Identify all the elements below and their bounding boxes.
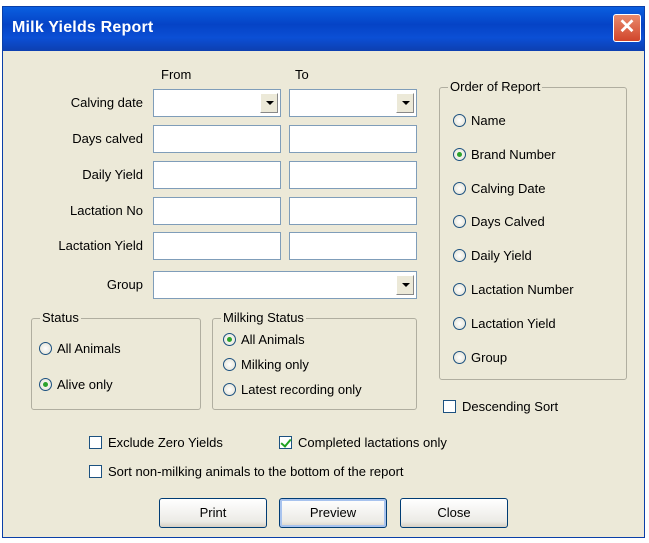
- radio-icon: [453, 215, 466, 228]
- milking-only-radio[interactable]: Milking only: [223, 357, 309, 372]
- order-calving-date-radio[interactable]: Calving Date: [453, 181, 545, 196]
- close-window-button[interactable]: ✕: [613, 14, 641, 42]
- milking-status-title: Milking Status: [221, 310, 306, 325]
- radio-label: Daily Yield: [471, 248, 532, 263]
- lactation-no-label: Lactation No: [70, 203, 143, 218]
- dialog-title: Milk Yields Report: [12, 19, 154, 36]
- radio-label: Days Calved: [471, 214, 545, 229]
- radio-icon: [223, 383, 236, 396]
- radio-label: Milking only: [241, 357, 309, 372]
- checkbox-label: Completed lactations only: [298, 435, 447, 450]
- status-title: Status: [40, 310, 81, 325]
- lactation-no-from-input[interactable]: [153, 197, 281, 225]
- radio-label: Name: [471, 113, 506, 128]
- daily-yield-from-input[interactable]: [153, 161, 281, 189]
- close-button[interactable]: Close: [400, 498, 508, 528]
- radio-icon: [453, 351, 466, 364]
- radio-label: All Animals: [57, 341, 121, 356]
- order-days-calved-radio[interactable]: Days Calved: [453, 214, 545, 229]
- checkbox-label: Sort non-milking animals to the bottom o…: [108, 464, 404, 479]
- order-brand-number-radio[interactable]: Brand Number: [453, 147, 556, 162]
- radio-icon: [453, 317, 466, 330]
- lactation-no-to-input[interactable]: [289, 197, 417, 225]
- chevron-down-icon[interactable]: [396, 275, 414, 295]
- order-of-report-groupbox: Order of Report Name Brand Number Calvin…: [439, 79, 627, 380]
- radio-icon: [453, 249, 466, 262]
- lactation-yield-from-input[interactable]: [153, 232, 281, 260]
- radio-label: Calving Date: [471, 181, 546, 196]
- checkbox-label: Descending Sort: [462, 399, 559, 414]
- status-all-animals-radio[interactable]: All Animals: [39, 341, 121, 356]
- calving-date-from-select[interactable]: [153, 89, 281, 117]
- radio-label: Brand Number: [471, 147, 556, 162]
- completed-lactations-checkbox[interactable]: Completed lactations only: [279, 435, 447, 450]
- checkbox-icon: [443, 400, 456, 413]
- checkbox-icon: [89, 436, 102, 449]
- radio-label: Group: [471, 350, 508, 365]
- radio-label: Lactation Number: [471, 282, 574, 297]
- radio-selected-icon: [223, 333, 236, 346]
- calving-date-label: Calving date: [70, 95, 143, 110]
- status-groupbox: Status All Animals Alive only: [31, 310, 201, 410]
- days-calved-label: Days calved: [72, 131, 143, 146]
- radio-selected-icon: [453, 148, 466, 161]
- radio-label: Lactation Yield: [471, 316, 556, 331]
- days-calved-to-input[interactable]: [289, 125, 417, 153]
- daily-yield-to-input[interactable]: [289, 161, 417, 189]
- radio-icon: [39, 342, 52, 355]
- chevron-down-icon[interactable]: [260, 93, 278, 113]
- milk-yields-dialog: Milk Yields Report ✕ From To Calving dat…: [2, 6, 645, 538]
- preview-button[interactable]: Preview: [279, 498, 387, 528]
- close-icon: ✕: [618, 16, 636, 38]
- from-column-label: From: [161, 67, 192, 82]
- title-bar[interactable]: Milk Yields Report ✕: [3, 7, 644, 51]
- radio-icon: [453, 182, 466, 195]
- order-title: Order of Report: [448, 79, 543, 94]
- group-select[interactable]: [153, 271, 417, 299]
- chevron-down-icon[interactable]: [396, 93, 414, 113]
- radio-icon: [453, 283, 466, 296]
- checkbox-label: Exclude Zero Yields: [108, 435, 223, 450]
- exclude-zero-yields-checkbox[interactable]: Exclude Zero Yields: [89, 435, 223, 450]
- calving-date-to-select[interactable]: [289, 89, 417, 117]
- order-name-radio[interactable]: Name: [453, 113, 506, 128]
- latest-recording-only-radio[interactable]: Latest recording only: [223, 382, 362, 397]
- order-daily-yield-radio[interactable]: Daily Yield: [453, 248, 532, 263]
- sort-non-milking-checkbox[interactable]: Sort non-milking animals to the bottom o…: [89, 464, 404, 479]
- descending-sort-checkbox[interactable]: Descending Sort: [443, 399, 558, 414]
- radio-label: Alive only: [57, 377, 113, 392]
- order-group-radio[interactable]: Group: [453, 350, 507, 365]
- print-button[interactable]: Print: [159, 498, 267, 528]
- days-calved-from-input[interactable]: [153, 125, 281, 153]
- checkbox-checked-icon: [279, 436, 292, 449]
- milking-status-groupbox: Milking Status All Animals Milking only …: [212, 310, 417, 410]
- checkbox-icon: [89, 465, 102, 478]
- milking-all-animals-radio[interactable]: All Animals: [223, 332, 305, 347]
- radio-label: Latest recording only: [241, 382, 362, 397]
- radio-icon: [453, 114, 466, 127]
- lactation-yield-label: Lactation Yield: [58, 238, 143, 253]
- daily-yield-label: Daily Yield: [82, 167, 143, 182]
- status-alive-only-radio[interactable]: Alive only: [39, 377, 113, 392]
- order-lactation-yield-radio[interactable]: Lactation Yield: [453, 316, 556, 331]
- radio-selected-icon: [39, 378, 52, 391]
- radio-label: All Animals: [241, 332, 305, 347]
- to-column-label: To: [295, 67, 309, 82]
- lactation-yield-to-input[interactable]: [289, 232, 417, 260]
- radio-icon: [223, 358, 236, 371]
- group-label: Group: [106, 277, 143, 292]
- order-lactation-number-radio[interactable]: Lactation Number: [453, 282, 574, 297]
